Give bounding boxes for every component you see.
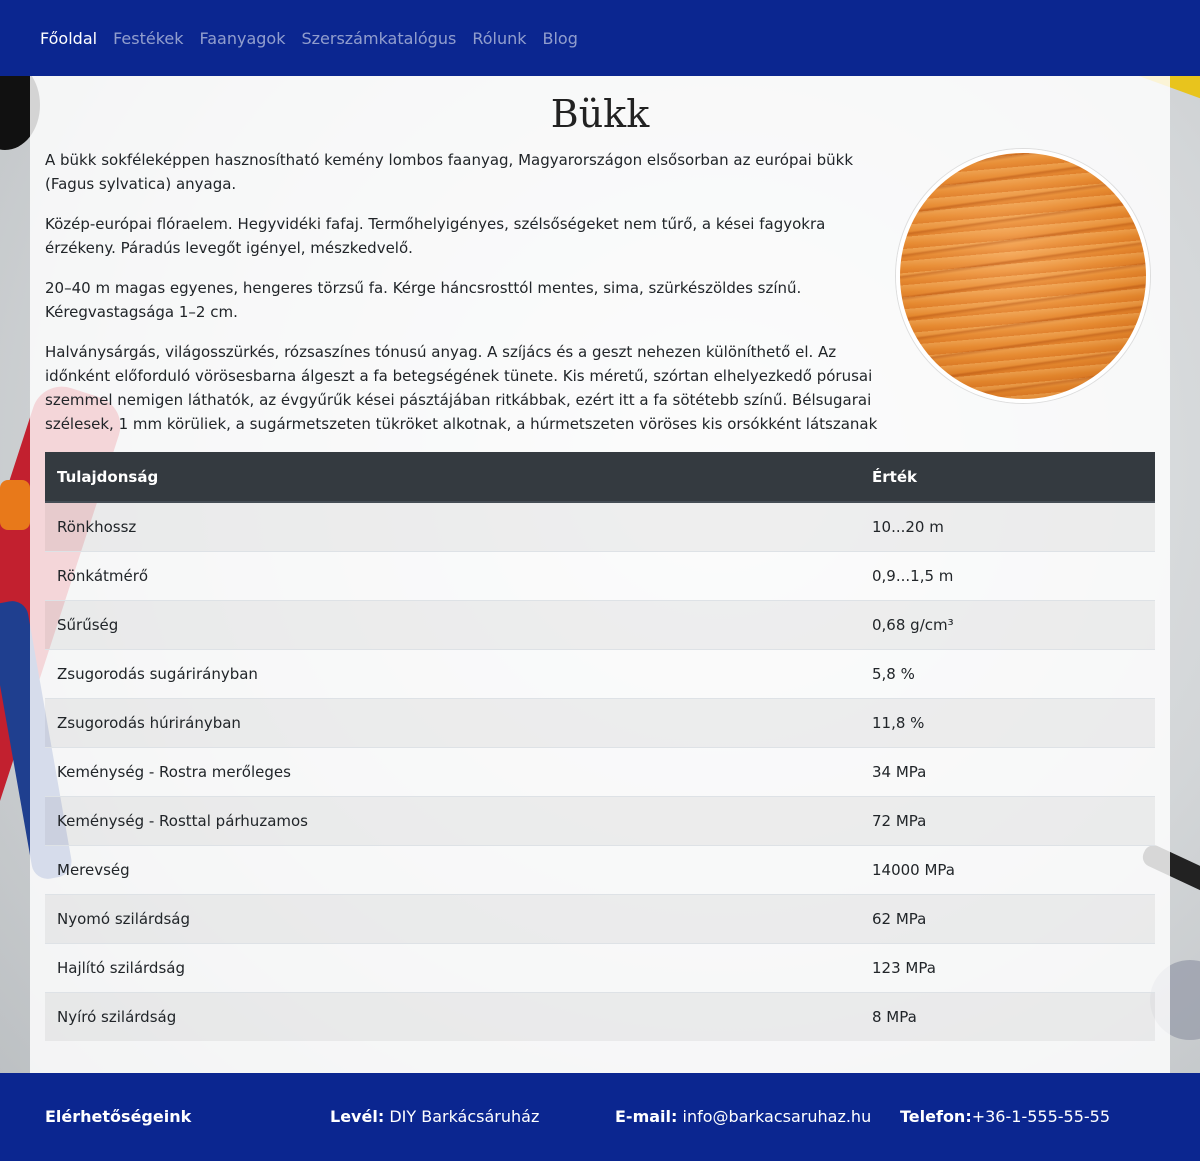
table-row: Sűrűség 0,68 g/cm³ (45, 600, 1155, 650)
main-navbar: Főoldal Festékek Faanyagok Szerszámkatal… (0, 0, 1200, 76)
table-row: Keménység - Rostra merőleges 34 MPa (45, 747, 1155, 797)
property-name: Sűrűség (45, 600, 860, 650)
property-name: Rönkátmérő (45, 551, 860, 601)
properties-table: Tulajdonság Érték Rönkhossz 10...20 m Rö… (45, 452, 1155, 1041)
property-value: 62 MPa (860, 894, 1155, 944)
property-value: 10...20 m (860, 501, 1155, 552)
paragraph-intro: A bükk sokféleképpen hasznosítható kemén… (45, 151, 854, 193)
property-name: Rönkhossz (45, 501, 860, 552)
footer-heading-text: Elérhetőségeink (45, 1107, 192, 1126)
property-value: 11,8 % (860, 698, 1155, 748)
property-value: 123 MPa (860, 943, 1155, 993)
footer-letter-label: Levél: (330, 1107, 385, 1126)
footer-heading: Elérhetőségeink (45, 1107, 191, 1126)
nav-link-blog[interactable]: Blog (543, 29, 578, 48)
property-name: Keménység - Rostra merőleges (45, 747, 860, 797)
footer-email-link[interactable]: info@barkacsaruhaz.hu (683, 1107, 872, 1126)
footer-phone: Telefon:+36-1-555-55-55 (900, 1107, 1110, 1126)
table-row: Hajlító szilárdság 123 MPa (45, 943, 1155, 993)
property-value: 34 MPa (860, 747, 1155, 797)
footer-email: E-mail: info@barkacsaruhaz.hu (615, 1107, 871, 1126)
table-row: Zsugorodás húrirányban 11,8 % (45, 698, 1155, 748)
header-value: Érték (860, 452, 1155, 503)
footer-phone-value[interactable]: +36-1-555-55-55 (972, 1107, 1110, 1126)
footer-email-label: E-mail: (615, 1107, 678, 1126)
property-value: 0,9...1,5 m (860, 551, 1155, 601)
table-row: Zsugorodás sugárirányban 5,8 % (45, 649, 1155, 699)
property-name: Merevség (45, 845, 860, 895)
paragraph-wood: Halványsárgás, világosszürkés, rózsaszín… (45, 343, 878, 433)
footer-letter: Levél: DIY Barkácsáruház (330, 1107, 539, 1126)
page-title: Bükk (550, 92, 650, 136)
content-container: Bükk A bükk sokféleképpen hasznosítható … (30, 76, 1170, 1073)
table-row: Nyíró szilárdság 8 MPa (45, 992, 1155, 1041)
property-name: Zsugorodás húrirányban (45, 698, 860, 748)
footer: Elérhetőségeink Levél: DIY Barkácsáruház… (0, 1073, 1200, 1161)
table-row: Merevség 14000 MPa (45, 845, 1155, 895)
paragraph-tree: 20–40 m magas egyenes, hengeres törzsű f… (45, 279, 802, 321)
property-name: Keménység - Rosttal párhuzamos (45, 796, 860, 846)
property-value: 5,8 % (860, 649, 1155, 699)
paragraph-habitat: Közép-európai flóraelem. Hegyvidéki fafa… (45, 215, 826, 257)
property-value: 14000 MPa (860, 845, 1155, 895)
table-row: Rönkátmérő 0,9...1,5 m (45, 551, 1155, 601)
nav-link-tool-catalog[interactable]: Szerszámkatalógus (301, 29, 456, 48)
header-property: Tulajdonság (45, 452, 860, 503)
table-row: Keménység - Rosttal párhuzamos 72 MPa (45, 796, 1155, 846)
table-header-row: Tulajdonság Érték (45, 452, 1155, 503)
property-name: Nyomó szilárdság (45, 894, 860, 944)
beech-wood-image (896, 149, 1150, 403)
property-name: Hajlító szilárdság (45, 943, 860, 993)
nav-link-about[interactable]: Rólunk (472, 29, 526, 48)
orange-clamp (0, 480, 30, 530)
table-row: Nyomó szilárdság 62 MPa (45, 894, 1155, 944)
footer-phone-label: Telefon: (900, 1107, 972, 1126)
property-value: 0,68 g/cm³ (860, 600, 1155, 650)
nav-link-home[interactable]: Főoldal (40, 29, 97, 48)
property-value: 8 MPa (860, 992, 1155, 1041)
footer-letter-value: DIY Barkácsáruház (389, 1107, 540, 1126)
nav-link-paints[interactable]: Festékek (113, 29, 183, 48)
table-row: Rönkhossz 10...20 m (45, 501, 1155, 552)
property-name: Nyíró szilárdság (45, 992, 860, 1041)
property-name: Zsugorodás sugárirányban (45, 649, 860, 699)
nav-link-timber[interactable]: Faanyagok (200, 29, 286, 48)
property-value: 72 MPa (860, 796, 1155, 846)
description-text: A bükk sokféleképpen hasznosítható kemén… (45, 148, 880, 452)
